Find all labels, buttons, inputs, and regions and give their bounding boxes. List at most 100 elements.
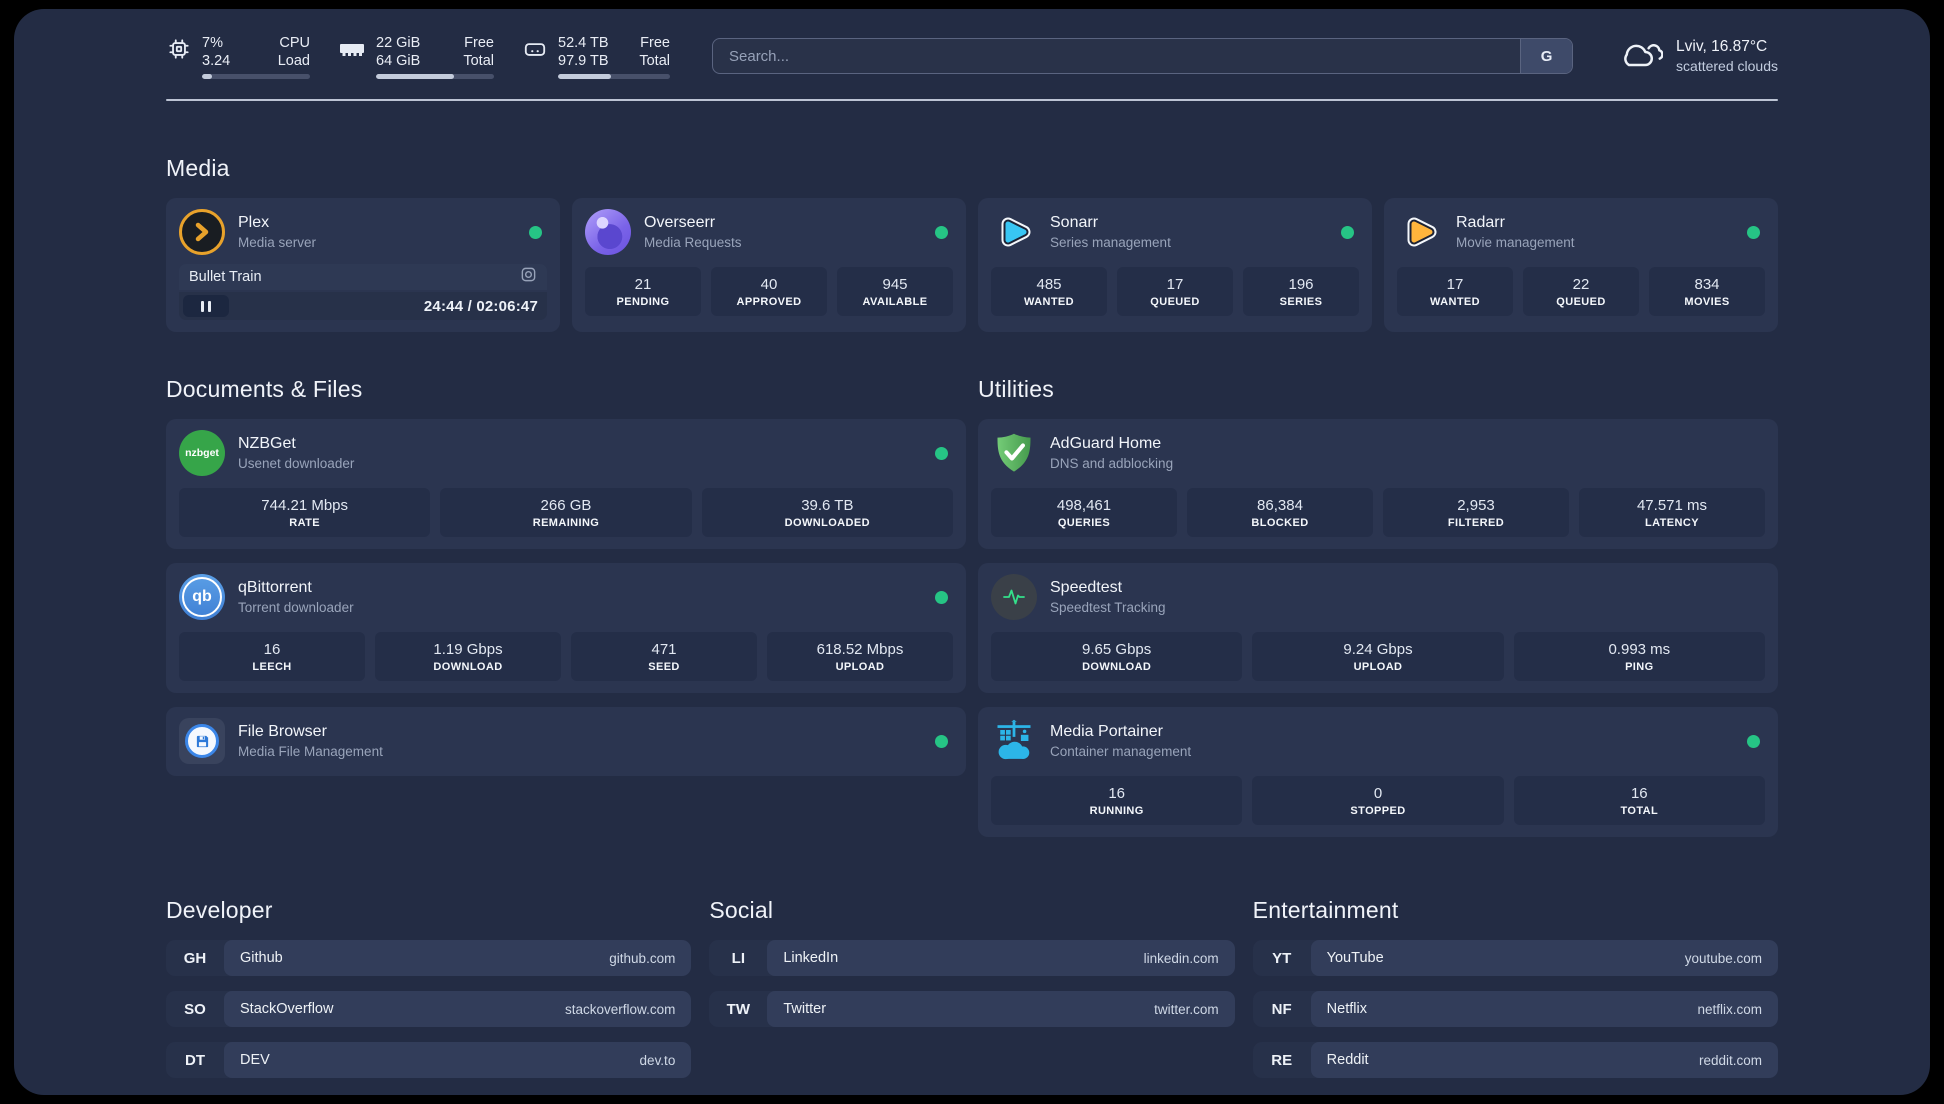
search-input[interactable]: [712, 38, 1574, 74]
stat-label: DOWNLOADED: [784, 517, 870, 529]
plex-logo-icon: [179, 209, 225, 255]
stat-label: BLOCKED: [1251, 517, 1309, 529]
stat-value: 0: [1373, 785, 1383, 802]
service-description: Movie management: [1456, 235, 1575, 250]
link-url: dev.to: [639, 1052, 676, 1068]
stat-box: 0 STOPPED: [1252, 776, 1504, 825]
link-abbr: SO: [184, 1000, 206, 1018]
stat-box: 86,384 BLOCKED: [1187, 488, 1373, 537]
search-engine-button[interactable]: G: [1520, 39, 1573, 73]
stat-label: SERIES: [1279, 296, 1323, 308]
adguard-header-link[interactable]: AdGuard Home DNS and adblocking: [991, 430, 1765, 476]
stat-value: 618.52 Mbps: [816, 641, 904, 658]
stat-label: LATENCY: [1645, 517, 1699, 529]
stat-label: REMAINING: [532, 517, 600, 529]
storage-stat: 52.4 TB Free 97.9 TB Total: [522, 34, 670, 79]
stat-box: 618.52 Mbps UPLOAD: [767, 632, 953, 681]
qbittorrent-header-link[interactable]: qb qBittorrent Torrent downloader: [179, 574, 953, 620]
memory-progress-bar: [376, 73, 494, 79]
stat-value: 16: [263, 641, 281, 658]
section-title-documents: Documents & Files: [166, 376, 363, 402]
section-title-entertainment: Entertainment: [1252, 897, 1399, 923]
link-row-twitter[interactable]: TW Twitter twitter.com: [709, 991, 1235, 1027]
memory-total-label: Total: [463, 52, 494, 69]
link-row-dev[interactable]: DT DEV dev.to: [166, 1042, 692, 1078]
status-dot: [935, 590, 948, 604]
stat-label: PENDING: [616, 296, 670, 308]
link-abbr: YT: [1272, 949, 1292, 967]
stat-label: SEED: [648, 661, 680, 673]
cpu-usage-label: CPU: [279, 34, 310, 51]
stat-box: 40 APPROVED: [711, 267, 827, 316]
pause-icon: [201, 300, 204, 312]
stat-box: 945 AVAILABLE: [837, 267, 953, 316]
plex-now-playing: Bullet Train 24:44 / 02:06:47: [179, 264, 547, 320]
stat-label: RATE: [289, 517, 321, 529]
link-abbr: GH: [183, 949, 207, 967]
stat-box: 16 RUNNING: [991, 776, 1243, 825]
stat-label: QUEUED: [1150, 296, 1200, 308]
overseerr-header-link[interactable]: Overseerr Media Requests: [585, 209, 953, 255]
service-name: Media Portainer: [1050, 723, 1163, 740]
portainer-header-link[interactable]: Media Portainer Container management: [991, 718, 1765, 764]
header-divider: [166, 99, 1778, 101]
nzbget-logo-icon: nzbget: [179, 430, 225, 476]
radarr-header-link[interactable]: Radarr Movie management: [1397, 209, 1765, 255]
filebrowser-logo-icon: [179, 718, 225, 764]
stat-label: MOVIES: [1684, 296, 1730, 308]
stat-label: QUEUED: [1556, 296, 1606, 308]
service-name: AdGuard Home: [1050, 435, 1162, 452]
cpu-progress-bar: [202, 73, 310, 79]
stat-value: 16: [1108, 785, 1125, 802]
link-row-reddit[interactable]: RE Reddit reddit.com: [1252, 1042, 1778, 1078]
speedtest-header-link[interactable]: Speedtest Speedtest Tracking: [991, 574, 1765, 620]
stat-label: AVAILABLE: [862, 296, 928, 308]
adguard-logo-icon: [991, 430, 1037, 476]
stat-label: WANTED: [1023, 296, 1075, 308]
stat-box: 39.6 TB DOWNLOADED: [701, 488, 953, 537]
service-name: Overseerr: [644, 214, 716, 231]
stat-box: 17 QUEUED: [1117, 267, 1233, 316]
card-qbittorrent: qb qBittorrent Torrent downloader 16 LEE…: [166, 563, 966, 693]
card-filebrowser: File Browser Media File Management: [166, 707, 966, 776]
stat-value: 9.24 Gbps: [1343, 641, 1413, 658]
stat-value: 86,384: [1257, 497, 1303, 514]
link-row-linkedin[interactable]: LI LinkedIn linkedin.com: [709, 940, 1235, 976]
pause-button[interactable]: [183, 295, 229, 317]
overseerr-logo-icon: [585, 209, 631, 255]
plex-header-link[interactable]: Plex Media server: [179, 209, 547, 255]
service-name: NZBGet: [238, 435, 296, 452]
status-dot: [935, 225, 948, 239]
stat-box: 0.993 ms PING: [1513, 632, 1765, 681]
link-row-netflix[interactable]: NF Netflix netflix.com: [1252, 991, 1778, 1027]
service-description: Media File Management: [238, 744, 383, 759]
link-url: youtube.com: [1684, 950, 1762, 966]
stat-value: 39.6 TB: [801, 497, 854, 514]
stat-label: PING: [1625, 661, 1654, 673]
weather-widget[interactable]: Lviv, 16.87°C scattered clouds: [1617, 37, 1778, 76]
section-title-media: Media: [166, 155, 230, 181]
link-abbr: DT: [185, 1051, 205, 1069]
card-portainer: Media Portainer Container management 16 …: [978, 707, 1778, 837]
stat-value: 17: [1446, 276, 1464, 293]
service-description: Container management: [1050, 744, 1192, 759]
link-row-stackoverflow[interactable]: SO StackOverflow stackoverflow.com: [166, 991, 692, 1027]
memory-free-label: Free: [464, 34, 494, 51]
link-row-youtube[interactable]: YT YouTube youtube.com: [1252, 940, 1778, 976]
service-name: File Browser: [238, 723, 327, 740]
stat-box: 744.21 Mbps RATE: [179, 488, 431, 537]
stat-label: DOWNLOAD: [1082, 661, 1152, 673]
stat-label: UPLOAD: [835, 661, 885, 673]
link-name: Twitter: [783, 1001, 827, 1017]
nzbget-header-link[interactable]: nzbget NZBGet Usenet downloader: [179, 430, 953, 476]
stat-value: 17: [1166, 276, 1184, 293]
filebrowser-header-link[interactable]: File Browser Media File Management: [179, 718, 953, 764]
stat-box: 21 PENDING: [585, 267, 701, 316]
search-bar: G: [712, 38, 1574, 74]
sonarr-header-link[interactable]: Sonarr Series management: [991, 209, 1359, 255]
stat-value: 22: [1572, 276, 1590, 293]
link-row-github[interactable]: GH Github github.com: [166, 940, 692, 976]
storage-progress-bar: [558, 73, 670, 79]
stat-label: RUNNING: [1089, 805, 1144, 817]
section-documents: Documents & Files nzbget NZBGet Usenet d…: [166, 376, 966, 776]
